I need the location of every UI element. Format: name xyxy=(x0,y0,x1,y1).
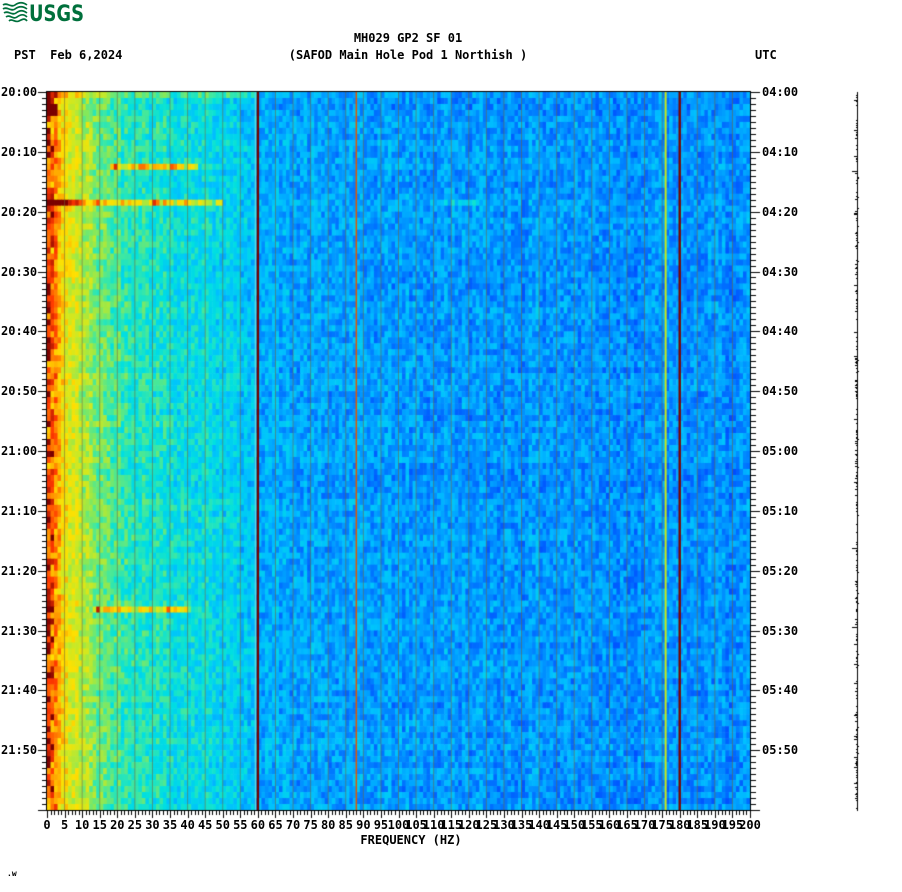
time-label-utc: 05:20 xyxy=(762,563,799,578)
timezone-right-label: UTC xyxy=(755,48,777,62)
time-label-utc: 04:20 xyxy=(762,204,799,219)
time-label-pst: 20:10 xyxy=(1,144,38,159)
footnote-mark: .w xyxy=(7,869,17,878)
time-label-pst: 20:00 xyxy=(1,85,38,99)
time-label-pst: 20:40 xyxy=(1,324,38,339)
time-label-pst: 21:40 xyxy=(1,683,38,698)
time-label-utc: 05:10 xyxy=(762,503,799,518)
time-label-pst: 21:10 xyxy=(1,503,38,518)
time-label-pst: 21:50 xyxy=(1,743,38,758)
time-label-pst: 20:20 xyxy=(1,204,38,219)
time-label-utc: 04:50 xyxy=(762,384,799,399)
x-axis-title: FREQUENCY (HZ) xyxy=(360,833,462,847)
time-label-utc: 05:40 xyxy=(762,683,799,698)
plot-subtitle: (SAFOD Main Hole Pod 1 Northish ) xyxy=(288,48,528,62)
time-label-utc: 05:30 xyxy=(762,623,799,638)
usgs-logo-text: USGS xyxy=(29,2,84,24)
usgs-wave-icon xyxy=(2,1,28,23)
time-label-utc: 04:40 xyxy=(762,324,799,339)
time-label-utc: 04:30 xyxy=(762,264,799,279)
time-label-utc: 04:00 xyxy=(762,85,799,99)
time-label-utc: 05:00 xyxy=(762,444,799,458)
time-label-pst: 21:30 xyxy=(1,623,38,638)
time-label-pst: 21:20 xyxy=(1,563,38,578)
freq-tick-label: 200 xyxy=(739,818,761,832)
time-label-pst: 20:50 xyxy=(1,384,38,399)
time-label-pst: 21:00 xyxy=(1,444,38,458)
usgs-spectrogram-page: USGS PST Feb 6,2024 MH029 GP2 SF 01 (SAF… xyxy=(0,0,902,892)
time-label-utc: 05:50 xyxy=(762,743,799,758)
time-label-utc: 04:10 xyxy=(762,144,799,159)
usgs-logo: USGS xyxy=(2,1,86,28)
plot-title: MH029 GP2 SF 01 xyxy=(353,31,463,45)
time-label-pst: 20:30 xyxy=(1,264,38,279)
